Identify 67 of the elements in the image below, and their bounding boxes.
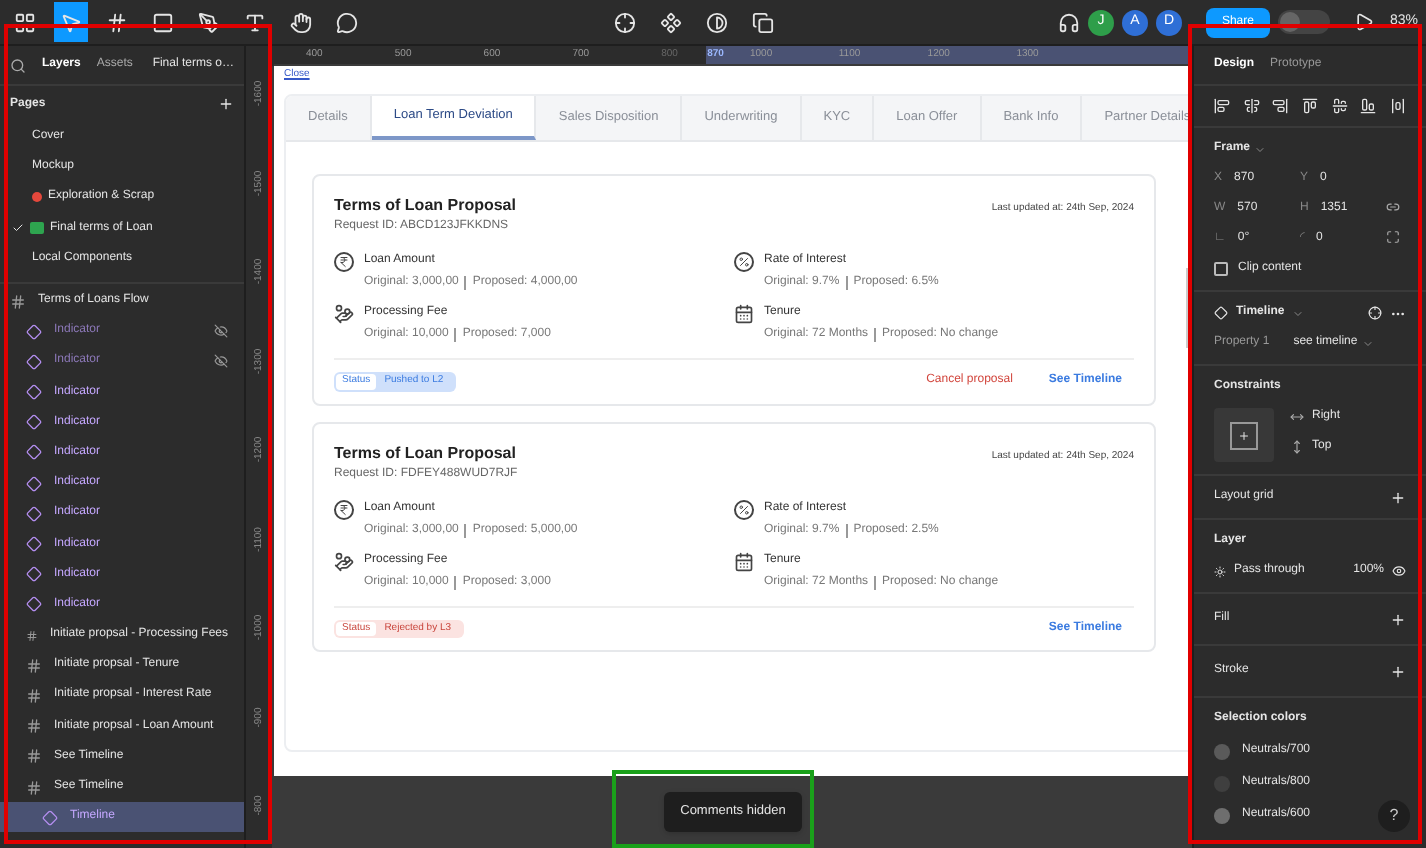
constraint-widget[interactable]	[1214, 408, 1274, 462]
grid-icon	[14, 11, 36, 33]
frame-icon	[26, 687, 42, 704]
help-button[interactable]: ?	[1378, 800, 1410, 832]
contrast-icon	[706, 11, 728, 33]
hand-coins-icon	[334, 304, 354, 324]
percent-icon	[734, 499, 754, 519]
add-icon	[1390, 663, 1406, 679]
frame-icon	[26, 657, 42, 674]
percent-icon	[734, 252, 754, 272]
component-icon	[660, 11, 682, 33]
rupee-icon	[334, 252, 354, 272]
plus-icon	[1238, 429, 1250, 441]
chevron-down-icon	[1361, 337, 1374, 349]
headphones-icon	[1057, 11, 1080, 33]
align-right-icon	[1272, 98, 1289, 114]
frame-icon	[26, 718, 42, 735]
calendar-icon	[734, 304, 754, 324]
comment-icon	[336, 11, 358, 33]
link-icon	[1386, 200, 1400, 214]
pointer-icon	[60, 11, 82, 33]
add-icon	[1390, 611, 1406, 627]
chevron-down-icon	[1292, 307, 1305, 319]
calendar-icon	[734, 551, 754, 571]
frame-icon	[26, 748, 42, 765]
check-icon	[12, 222, 24, 235]
hidden-icon	[214, 354, 228, 369]
checkbox[interactable]	[1214, 262, 1228, 276]
chevron-down-icon	[1254, 143, 1267, 155]
eye-icon	[1392, 564, 1406, 578]
component-icon	[1214, 306, 1228, 320]
play-icon	[1353, 12, 1374, 32]
code-badge-icon	[30, 222, 44, 235]
distribute-icon	[1389, 98, 1406, 114]
rectangle-icon	[152, 11, 174, 33]
blend-icon	[1214, 565, 1226, 577]
rupee-icon	[334, 499, 354, 519]
expand-icon	[1386, 230, 1400, 244]
add-icon	[218, 96, 234, 112]
card-title: Terms of Loan Proposal	[334, 441, 518, 465]
text-tool-icon	[244, 11, 266, 33]
copy-icon	[752, 11, 774, 33]
frame-icon	[26, 627, 38, 644]
component-icon	[42, 809, 58, 826]
crosshair-icon	[614, 11, 636, 33]
color-swatch[interactable]	[1214, 807, 1230, 823]
align-top-icon	[1301, 98, 1318, 114]
align-left-icon	[1214, 98, 1230, 114]
card-title: Terms of Loan Proposal	[334, 194, 516, 218]
hidden-icon	[214, 324, 228, 339]
hand-icon	[290, 11, 312, 33]
pen-icon	[198, 11, 220, 33]
frame-tool-icon	[106, 11, 128, 33]
hand-coins-icon	[334, 551, 354, 571]
align-center-icon	[1243, 98, 1260, 114]
target-icon	[1368, 306, 1382, 320]
scrollbar-thumb	[1186, 268, 1190, 348]
frame-icon	[26, 779, 42, 796]
vertical-icon	[1290, 440, 1304, 454]
horizontal-icon	[1290, 410, 1304, 424]
add-icon	[1390, 489, 1406, 505]
align-bottom-icon	[1360, 98, 1377, 114]
frame-icon	[10, 293, 26, 310]
color-swatch[interactable]	[1214, 743, 1230, 759]
pointer-tool[interactable]	[54, 2, 88, 42]
search-icon	[10, 57, 26, 73]
align-middle-icon	[1331, 98, 1348, 114]
